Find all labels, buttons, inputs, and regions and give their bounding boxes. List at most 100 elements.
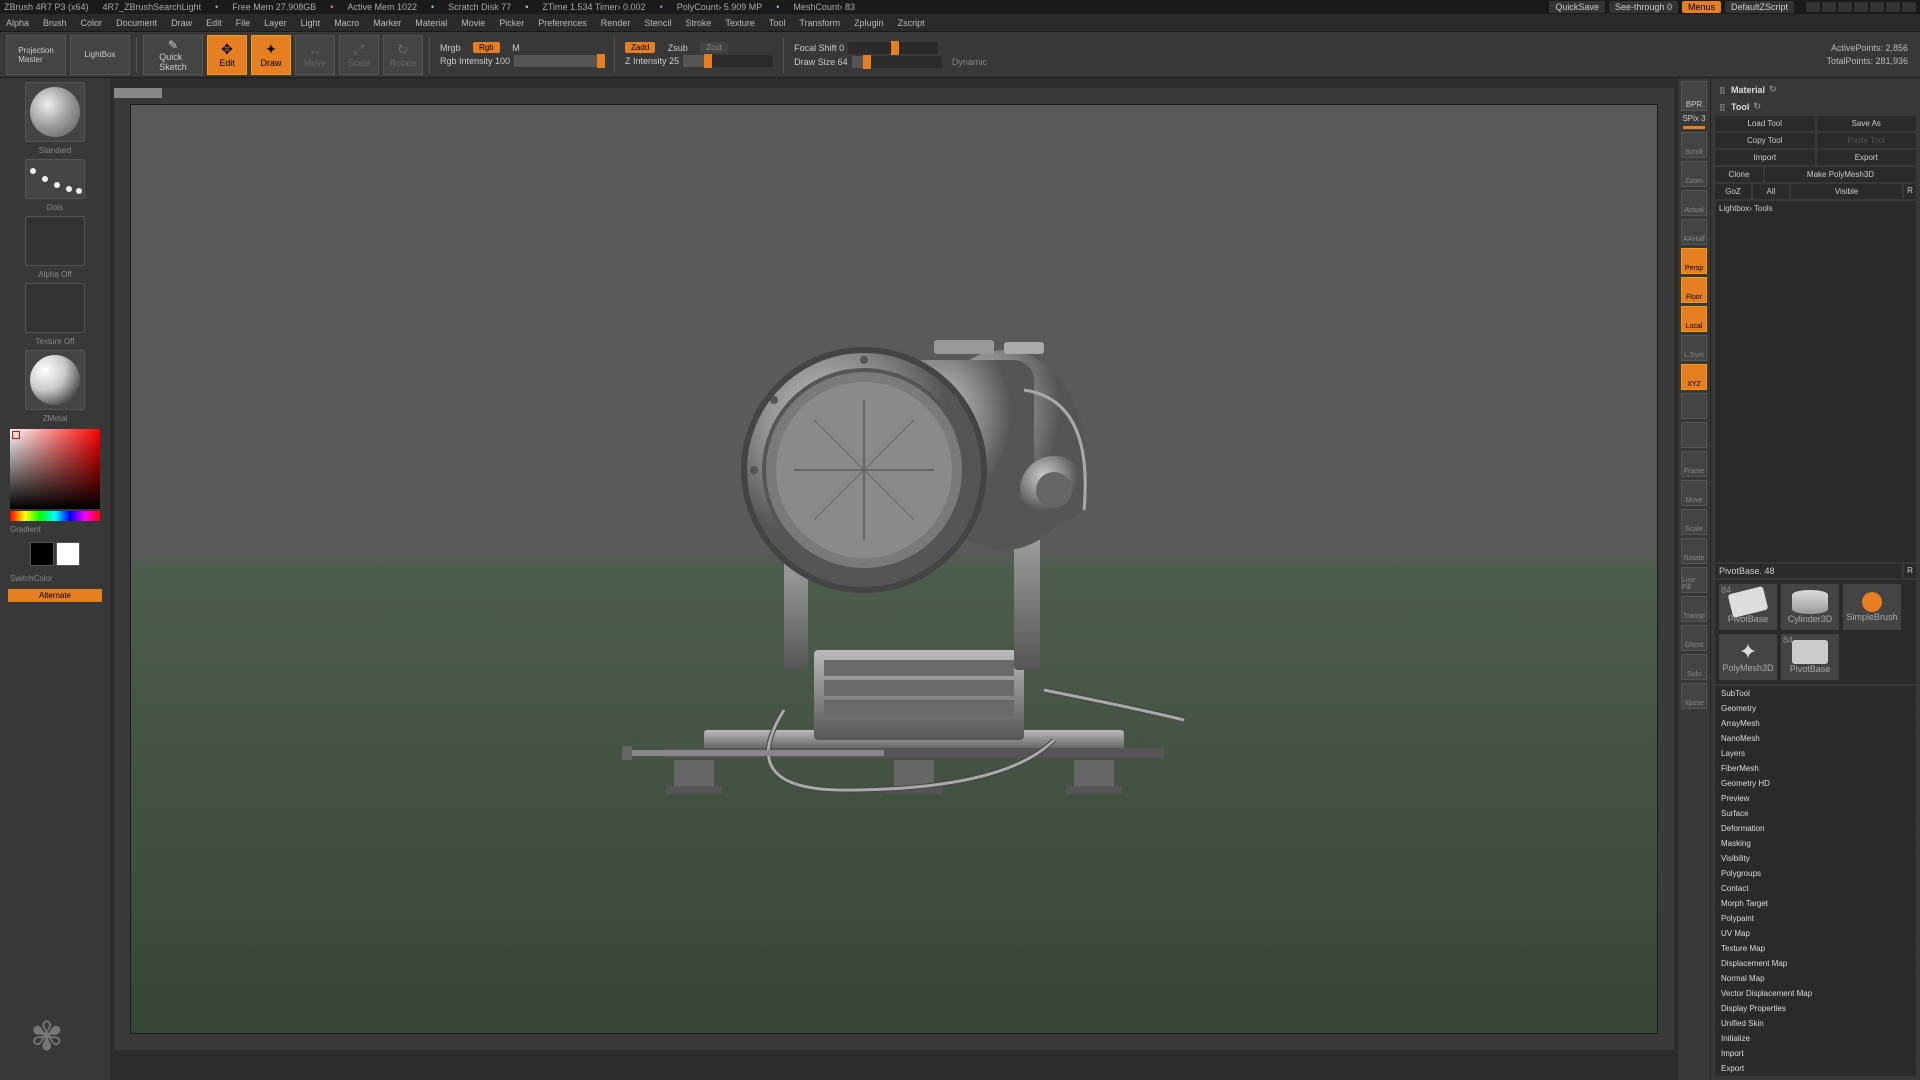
make-polymesh-button[interactable]: Make PolyMesh3D [1765,167,1916,182]
nav-xyz-button[interactable]: XYZ [1681,364,1707,390]
tool-palette-header[interactable]: Tool↻ [1715,99,1916,114]
menu-marker[interactable]: Marker [373,18,401,28]
nav-ghost-button[interactable]: Ghost [1681,625,1707,651]
section-uv-map[interactable]: UV Map [1715,926,1916,941]
load-tool-button[interactable]: Load Tool [1715,116,1815,131]
move-mode-button[interactable]: ↔Move [295,35,335,75]
menu-light[interactable]: Light [301,18,321,28]
section-arraymesh[interactable]: ArrayMesh [1715,716,1916,731]
alpha-thumbnail[interactable] [25,216,85,266]
nav-zoom-button[interactable]: Zoom [1681,161,1707,187]
dynamic-label[interactable]: Dynamic [952,57,987,67]
quicksketch-button[interactable]: ✎Quick Sketch [143,35,203,75]
projection-master-button[interactable]: Projection Master [6,35,66,75]
menu-movie[interactable]: Movie [461,18,485,28]
menu-document[interactable]: Document [116,18,157,28]
draw-mode-button[interactable]: ✦Draw [251,35,291,75]
stroke-thumbnail[interactable] [25,159,85,199]
section-preview[interactable]: Preview [1715,791,1916,806]
nav-blank-button[interactable] [1681,393,1707,419]
bpr-button[interactable]: BPR [1681,81,1707,111]
menu-picker[interactable]: Picker [499,18,524,28]
tool-thumb[interactable]: 84PivotBase [1781,634,1839,680]
texture-thumbnail[interactable] [25,283,85,333]
switch-color-button[interactable]: SwitchColor [4,574,106,583]
menu-material[interactable]: Material [415,18,447,28]
goz-r-button[interactable]: R [1904,184,1916,199]
nav-l-sym-button[interactable]: L.Sym [1681,335,1707,361]
alternate-button[interactable]: Alternate [8,589,102,602]
rotate-mode-button[interactable]: ↻Rotate [383,35,423,75]
menu-zplugin[interactable]: Zplugin [854,18,884,28]
z-intensity-slider[interactable] [683,55,773,67]
menu-file[interactable]: File [236,18,251,28]
menu-draw[interactable]: Draw [171,18,192,28]
menu-alpha[interactable]: Alpha [6,18,29,28]
lightbox-tools-button[interactable]: Lightbox› Tools [1715,201,1916,562]
menu-zscript[interactable]: Zscript [898,18,925,28]
section-polygroups[interactable]: Polygroups [1715,866,1916,881]
tool-thumb[interactable]: ✦PolyMesh3D [1719,634,1777,680]
nav-line-fill-button[interactable]: Line Fill [1681,567,1707,593]
menu-color[interactable]: Color [81,18,103,28]
menu-preferences[interactable]: Preferences [538,18,587,28]
goz-button[interactable]: GoZ [1715,184,1751,199]
nav-persp-button[interactable]: Persp [1681,248,1707,274]
zsub-label[interactable]: Zsub [668,43,688,53]
clone-button[interactable]: Clone [1715,167,1763,182]
section-import[interactable]: Import [1715,1046,1916,1061]
section-display-properties[interactable]: Display Properties [1715,1001,1916,1016]
lightbox-button[interactable]: LightBox [70,35,130,75]
section-contact[interactable]: Contact [1715,881,1916,896]
section-geometry-hd[interactable]: Geometry HD [1715,776,1916,791]
tool-thumb[interactable]: SimpleBrush [1843,584,1901,630]
nav-floor-button[interactable]: Floor [1681,277,1707,303]
section-layers[interactable]: Layers [1715,746,1916,761]
zcut-label[interactable]: Zcut [700,42,728,53]
section-export[interactable]: Export [1715,1061,1916,1076]
section-normal-map[interactable]: Normal Map [1715,971,1916,986]
menus-button[interactable]: Menus [1682,1,1721,13]
rgb-intensity-slider[interactable] [514,55,604,67]
section-nanomesh[interactable]: NanoMesh [1715,731,1916,746]
copy-tool-button[interactable]: Copy Tool [1715,133,1815,148]
section-visibility[interactable]: Visibility [1715,851,1916,866]
nav-move-button[interactable]: Move [1681,480,1707,506]
menu-texture[interactable]: Texture [725,18,755,28]
menu-macro[interactable]: Macro [334,18,359,28]
menu-stroke[interactable]: Stroke [685,18,711,28]
section-surface[interactable]: Surface [1715,806,1916,821]
nav-blank-button[interactable] [1681,422,1707,448]
section-vector-displacement-map[interactable]: Vector Displacement Map [1715,986,1916,1001]
palette-icon[interactable] [1854,2,1868,12]
section-fibermesh[interactable]: FiberMesh [1715,761,1916,776]
menu-edit[interactable]: Edit [206,18,222,28]
export-button[interactable]: Export [1817,150,1917,165]
tool-thumb[interactable]: 84PivotBase [1719,584,1777,630]
palette-icon[interactable] [1822,2,1836,12]
menu-transform[interactable]: Transform [799,18,840,28]
nav-local-button[interactable]: Local [1681,306,1707,332]
section-morph-target[interactable]: Morph Target [1715,896,1916,911]
edit-mode-button[interactable]: ✥Edit [207,35,247,75]
paste-tool-button[interactable]: Paste Tool [1817,133,1917,148]
brush-thumbnail[interactable] [25,82,85,142]
material-thumbnail[interactable] [25,350,85,410]
section-subtool[interactable]: SubTool [1715,686,1916,701]
section-displacement-map[interactable]: Displacement Map [1715,956,1916,971]
draw-size-slider[interactable] [852,56,942,68]
goz-all-button[interactable]: All [1753,184,1789,199]
default-script[interactable]: DefaultZScript [1725,1,1794,13]
gradient-label[interactable]: Gradient [4,525,106,534]
menu-stencil[interactable]: Stencil [644,18,671,28]
import-button[interactable]: Import [1715,150,1815,165]
minimize-icon[interactable] [1870,2,1884,12]
section-initialize[interactable]: Initialize [1715,1031,1916,1046]
menu-tool[interactable]: Tool [769,18,786,28]
section-unified-skin[interactable]: Unified Skin [1715,1016,1916,1031]
nav-solo-button[interactable]: Solo [1681,654,1707,680]
zadd-button[interactable]: Zadd [625,42,655,53]
see-through-slider[interactable]: See-through 0 [1609,1,1678,13]
tool-r-button[interactable]: R [1904,564,1916,578]
canvas-timeline[interactable] [114,88,162,98]
